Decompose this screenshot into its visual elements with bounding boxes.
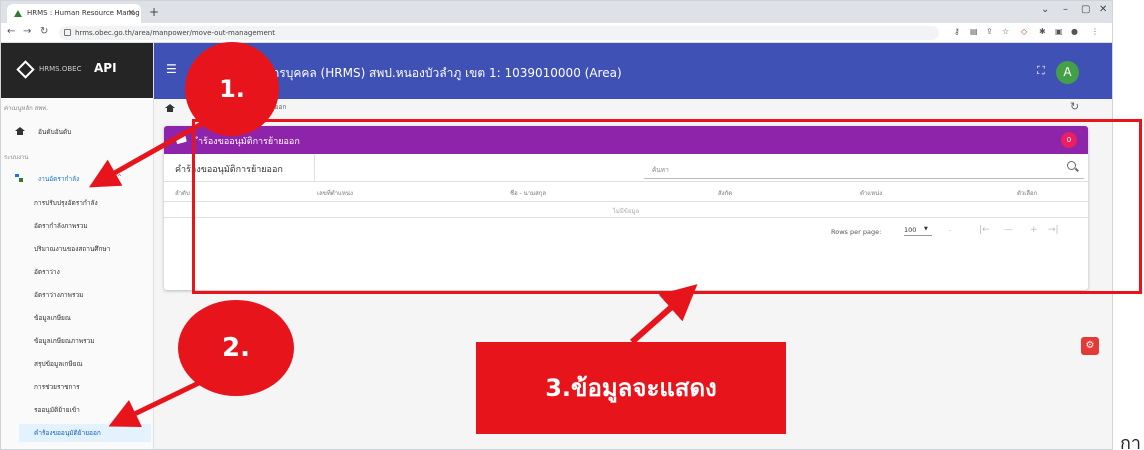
refresh-icon[interactable]: ↻	[1070, 100, 1079, 113]
dropdown-arrow-icon: ▼	[924, 226, 928, 232]
browser-tab[interactable]: HRMS : Human Resource Manag ×	[7, 4, 141, 23]
minimize-icon[interactable]: –	[1063, 4, 1068, 15]
app-title: กรบุคคล (HRMS) สพป.หนองบัวลำภู เขต 1: 10…	[272, 66, 622, 80]
breadcrumb: ขอนุมัติย้ายออก ↻	[154, 99, 1112, 115]
main-content: ☰ กรบุคคล (HRMS) สพป.หนองบัวลำภู เขต 1: …	[154, 43, 1112, 449]
profile-icon[interactable]: ●	[1071, 27, 1078, 36]
tab-close-icon[interactable]: ×	[127, 8, 135, 18]
hamburger-menu-icon[interactable]: ☰	[166, 62, 177, 76]
next-page-icon[interactable]: +	[1030, 225, 1038, 235]
tab-title: HRMS : Human Resource Manag	[27, 9, 140, 17]
key-icon[interactable]: ⚷	[954, 27, 960, 36]
maximize-icon[interactable]: ▢	[1081, 4, 1090, 15]
tab-strip: HRMS : Human Resource Manag × + ⌄ – ▢ ✕	[1, 1, 1112, 23]
pagination: Rows per page: 100 ▼ - |← — + →|	[164, 218, 1088, 246]
rows-per-page-value: 100	[904, 226, 917, 234]
app-bar: ☰ กรบุคคล (HRMS) สพป.หนองบัวลำภู เขต 1: …	[154, 43, 1112, 99]
reload-icon[interactable]: ↻	[40, 26, 48, 37]
first-page-icon[interactable]: |←	[979, 225, 990, 235]
forward-arrow-icon[interactable]: →	[23, 26, 31, 37]
section-system-label: ระบบงาน	[4, 154, 29, 161]
translate-icon[interactable]: ▤	[970, 27, 978, 36]
search-input[interactable]	[644, 161, 1084, 179]
sidebar-item-move-out[interactable]: คำร้องขออนุมัติย้ายออก	[19, 424, 151, 442]
col-position[interactable]: ตำแหน่ง	[860, 188, 882, 198]
sidebar-item-home[interactable]: อันดับอันดับ	[15, 127, 165, 137]
url-field[interactable]: hrms.obec.go.th/area/manpower/move-out-m…	[59, 26, 939, 40]
screenshot: HRMS : Human Resource Manag × + ⌄ – ▢ ✕ …	[0, 0, 1144, 450]
menu-dots-icon[interactable]: ⋮	[1091, 27, 1099, 36]
tag-icon	[175, 133, 187, 145]
tab-list-chevron-icon[interactable]: ⌄	[1041, 4, 1049, 15]
breadcrumb-text: ขอนุมัติย้ายออก	[242, 103, 287, 111]
chevron-up-icon: ^	[117, 174, 123, 181]
move-out-card: ำร้องขออนุมัติการย้ายออก 0 คำร้องขออนุมั…	[164, 126, 1088, 290]
org-tree-icon	[15, 174, 23, 182]
section-main-label: ค่าเมนูหลัก สพท.	[4, 105, 49, 112]
sidebar-header: HRMS.OBEC API	[1, 43, 153, 98]
last-page-icon[interactable]: →|	[1048, 225, 1059, 235]
puzzle-icon[interactable]: ✱	[1039, 27, 1046, 36]
url-text: hrms.obec.go.th/area/manpower/move-out-m…	[75, 29, 275, 37]
address-bar: ← → ↻ hrms.obec.go.th/area/manpower/move…	[1, 23, 1112, 43]
card-header: ำร้องขออนุมัติการย้ายออก 0	[164, 126, 1088, 154]
settings-gear-icon[interactable]: ⚙	[1081, 337, 1099, 355]
sidebar-group-manpower[interactable]: งานอัตรากำลัง ^	[15, 174, 165, 184]
browser-window: HRMS : Human Resource Manag × + ⌄ – ▢ ✕ …	[0, 0, 1113, 450]
logo-icon	[16, 60, 35, 79]
col-affiliation[interactable]: สังกัด	[718, 188, 732, 198]
brand-small: HRMS.OBEC	[39, 65, 82, 73]
new-tab-button[interactable]: +	[149, 5, 159, 19]
toolbar-divider	[314, 154, 315, 182]
sidepanel-icon[interactable]: ▣	[1055, 27, 1063, 36]
col-position-no[interactable]: เลขที่ตำแหน่ง	[317, 188, 353, 198]
col-name[interactable]: ชื่อ - นามสกุล	[510, 188, 546, 198]
sidebar-group-label: งานอัตรากำลัง	[38, 175, 80, 183]
sidebar: HRMS.OBEC API ค่าเมนูหลัก สพท. อันดับอัน…	[1, 43, 154, 449]
share-icon[interactable]: ⇪	[986, 27, 993, 36]
col-index[interactable]: ลำดับ	[175, 188, 190, 198]
brand-name: API	[94, 61, 117, 75]
search-icon[interactable]	[1067, 161, 1076, 170]
extension-diamond-icon[interactable]: ◇	[1021, 27, 1027, 36]
toolbar-label: คำร้องขออนุมัติการย้ายออก	[175, 165, 283, 175]
fullscreen-icon[interactable]: ⛶	[1037, 64, 1045, 78]
breadcrumb-home-icon[interactable]	[165, 104, 175, 112]
corner-text: กา	[1120, 433, 1142, 450]
lock-icon	[64, 29, 71, 36]
sidebar-item-label: อันดับอันดับ	[38, 128, 72, 136]
page-range: -	[949, 227, 952, 235]
card-title: ำร้องขออนุมัติการย้ายออก	[198, 137, 300, 147]
site-favicon-icon	[14, 10, 22, 17]
card-toolbar: คำร้องขออนุมัติการย้ายออก	[164, 154, 1088, 182]
col-options: ตัวเลือก	[1017, 190, 1038, 197]
table-header: ลำดับ เลขที่ตำแหน่ง ชื่อ - นามสกุล สังกั…	[164, 182, 1088, 202]
rows-per-page-label: Rows per page:	[831, 228, 882, 236]
avatar[interactable]: A	[1056, 61, 1079, 84]
prev-page-icon[interactable]: —	[1004, 225, 1013, 235]
back-arrow-icon[interactable]: ←	[7, 26, 15, 37]
star-icon[interactable]: ☆	[1002, 27, 1009, 36]
home-icon	[15, 127, 25, 135]
window-close-icon[interactable]: ✕	[1099, 4, 1107, 15]
count-badge: 0	[1061, 132, 1077, 148]
empty-state: ไม่มีข้อมูล	[164, 202, 1088, 218]
rows-per-page-select[interactable]: 100 ▼	[904, 226, 932, 236]
